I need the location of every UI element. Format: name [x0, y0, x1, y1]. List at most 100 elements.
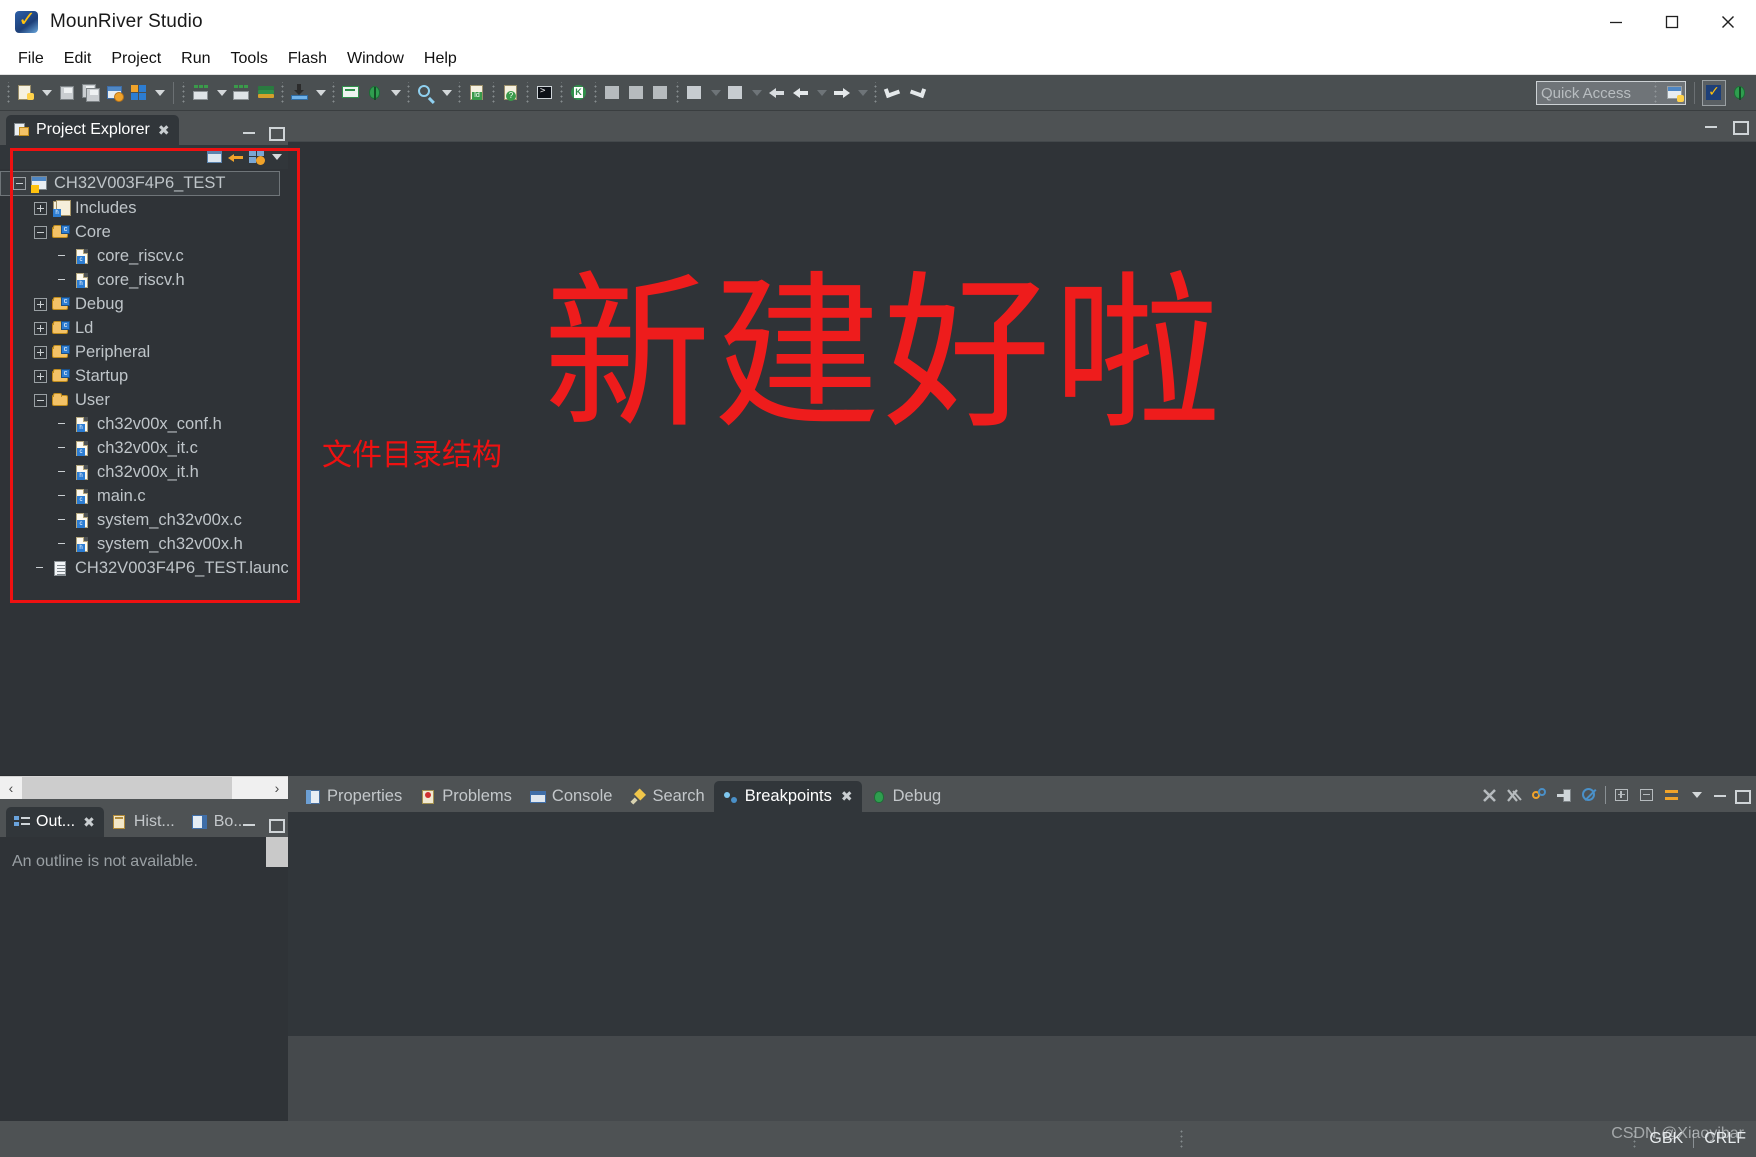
- build-config-icon[interactable]: [103, 80, 127, 106]
- build-all-icon[interactable]: [230, 80, 254, 106]
- debug-dropdown-arrow[interactable]: [387, 80, 404, 106]
- help-doc-icon[interactable]: ?: [499, 80, 523, 106]
- menu-tools[interactable]: Tools: [221, 46, 278, 72]
- toolbar-grip-9[interactable]: [559, 81, 565, 104]
- minimize-icon[interactable]: [242, 125, 256, 139]
- tab-breakpoints[interactable]: Breakpoints ✖: [713, 781, 862, 812]
- collapse-icon[interactable]: [13, 177, 26, 190]
- editor-area[interactable]: 新建好啦: [288, 141, 1756, 776]
- tree-item[interactable]: c Debug: [0, 292, 288, 316]
- debug-bug-icon[interactable]: [363, 80, 387, 106]
- tree-item[interactable]: c Peripheral: [0, 340, 288, 364]
- tab-problems[interactable]: Problems: [411, 781, 521, 812]
- menu-help[interactable]: Help: [414, 46, 467, 72]
- menu-run[interactable]: Run: [171, 46, 220, 72]
- collapse-icon[interactable]: [34, 225, 47, 239]
- maximize-icon[interactable]: [1732, 119, 1749, 135]
- collapse-all-bp-icon[interactable]: [1638, 786, 1656, 804]
- view-menu-icon[interactable]: [1688, 785, 1706, 805]
- view-menu-icon[interactable]: [268, 147, 286, 167]
- menu-flash[interactable]: Flash: [278, 46, 337, 72]
- forward-icon[interactable]: [830, 80, 854, 106]
- collapse-all-icon[interactable]: [205, 147, 225, 167]
- close-icon[interactable]: ✖: [841, 788, 853, 805]
- kit-icon[interactable]: K: [567, 80, 591, 106]
- tree-item[interactable]: CH32V003F4P6_TEST: [0, 171, 280, 196]
- toolbar-grip-6[interactable]: [457, 81, 463, 104]
- tree-item[interactable]: c ch32v00x_it.c: [0, 436, 288, 460]
- close-icon[interactable]: ✖: [158, 123, 170, 137]
- toolbar-grip-4[interactable]: [331, 81, 337, 104]
- prev-annotation-icon[interactable]: [625, 80, 649, 106]
- hscroll-track[interactable]: [22, 776, 266, 799]
- forward-dropdown-arrow[interactable]: [854, 80, 871, 106]
- menu-window[interactable]: Window: [337, 46, 414, 72]
- toolbar-grip-7[interactable]: [491, 81, 497, 104]
- new-dropdown-arrow[interactable]: [38, 80, 55, 106]
- tree-item[interactable]: c main.c: [0, 484, 288, 508]
- menu-edit[interactable]: Edit: [54, 46, 102, 72]
- tab-project-explorer[interactable]: Project Explorer ✖: [6, 115, 179, 145]
- minimize-window-button[interactable]: [1588, 0, 1644, 44]
- tree-item[interactable]: h Includes: [0, 196, 288, 220]
- terminal-console-icon[interactable]: [339, 80, 363, 106]
- toolbar-grip[interactable]: [6, 81, 12, 104]
- debug-perspective-icon[interactable]: [1728, 80, 1752, 106]
- perspective-grip[interactable]: [1653, 82, 1659, 104]
- shell-icon[interactable]: [533, 80, 557, 106]
- minimize-icon[interactable]: [1704, 119, 1718, 133]
- menu-project[interactable]: Project: [101, 46, 171, 72]
- save-all-icon[interactable]: [79, 80, 103, 106]
- remove-breakpoint-icon[interactable]: [1480, 786, 1498, 804]
- tree-item[interactable]: User: [0, 388, 288, 412]
- outline-scrollbar[interactable]: [266, 837, 288, 867]
- minimize-icon[interactable]: [242, 817, 256, 831]
- config-dropdown-arrow[interactable]: [151, 80, 168, 106]
- back-arrow-icon[interactable]: [765, 80, 789, 106]
- menu-file[interactable]: File: [8, 46, 54, 72]
- tree-item[interactable]: c Ld: [0, 316, 288, 340]
- tree-item[interactable]: h ch32v00x_it.h: [0, 460, 288, 484]
- toolbar-grip-2[interactable]: [181, 81, 187, 104]
- open-perspective-icon[interactable]: [1663, 80, 1687, 106]
- tab-console[interactable]: Console: [521, 781, 622, 812]
- collapse-icon[interactable]: [34, 393, 47, 407]
- breakpoints-body[interactable]: [288, 812, 1756, 1121]
- expand-icon[interactable]: [34, 345, 47, 359]
- toolbar-grip-8[interactable]: [525, 81, 531, 104]
- tree-item[interactable]: c system_ch32v00x.c: [0, 508, 288, 532]
- expand-icon[interactable]: [34, 297, 47, 311]
- search-dropdown-arrow[interactable]: [438, 80, 455, 106]
- close-icon[interactable]: ✖: [83, 815, 95, 829]
- scroll-left-icon[interactable]: ‹: [0, 776, 22, 799]
- goto-dropdown-arrow[interactable]: [707, 80, 724, 106]
- undo-icon[interactable]: [881, 80, 905, 106]
- toolbar-grip-10[interactable]: [593, 81, 599, 104]
- tree-item[interactable]: c core_riscv.c: [0, 244, 288, 268]
- library-icon[interactable]: [254, 80, 278, 106]
- expand-icon[interactable]: [34, 369, 47, 383]
- maximize-icon[interactable]: [1734, 788, 1751, 804]
- toolbar-grip-11[interactable]: [675, 81, 681, 104]
- open-type-dropdown-arrow[interactable]: [748, 80, 765, 106]
- tree-item[interactable]: h system_ch32v00x.h: [0, 532, 288, 556]
- toolbar-grip-12[interactable]: [873, 81, 879, 104]
- toolbar-grip-3[interactable]: [280, 81, 286, 104]
- last-edit-icon[interactable]: [649, 80, 673, 106]
- expand-all-icon[interactable]: [1613, 786, 1631, 804]
- tab-history[interactable]: Hist...: [104, 807, 184, 837]
- back-dropdown-arrow[interactable]: [813, 80, 830, 106]
- new-icon[interactable]: [14, 80, 38, 106]
- view-filter-icon[interactable]: [247, 147, 267, 167]
- tree-item[interactable]: c Startup: [0, 364, 288, 388]
- scroll-right-icon[interactable]: ›: [266, 776, 288, 799]
- back-icon[interactable]: [789, 80, 813, 106]
- hscroll-thumb[interactable]: [22, 776, 232, 799]
- build-dropdown-arrow[interactable]: [213, 80, 230, 106]
- tree-item[interactable]: h core_riscv.h: [0, 268, 288, 292]
- maximize-window-button[interactable]: [1644, 0, 1700, 44]
- toolbar-grip-5[interactable]: [406, 81, 412, 104]
- disable-breakpoints-icon[interactable]: [1580, 786, 1598, 804]
- close-window-button[interactable]: [1700, 0, 1756, 44]
- open-type-icon[interactable]: [724, 80, 748, 106]
